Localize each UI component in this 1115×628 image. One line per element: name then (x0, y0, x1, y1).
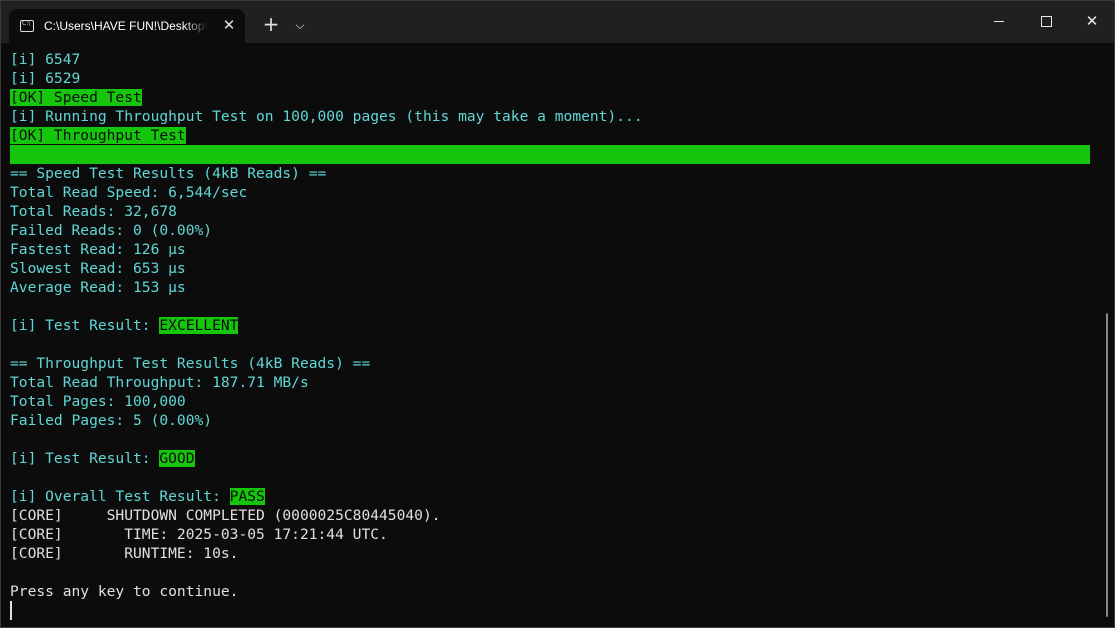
close-button[interactable]: ✕ (1069, 1, 1115, 41)
scrollbar[interactable] (1106, 313, 1108, 617)
minimize-icon (994, 20, 1004, 22)
output-line: [i] Running Throughput Test on 100,000 p… (10, 108, 643, 125)
text-cursor (10, 601, 12, 620)
core-line: [CORE] RUNTIME: 10s. (10, 545, 239, 562)
output-line: Total Pages: 100,000 (10, 393, 186, 410)
progress-bar (10, 145, 1092, 164)
output-line: [OK] Throughput Test (10, 126, 1092, 145)
status-badge: GOOD (159, 450, 195, 467)
output-line: Total Read Speed: 6,544/sec (10, 184, 248, 201)
maximize-button[interactable] (1023, 1, 1069, 41)
chevron-down-icon[interactable]: ⌵ (289, 13, 311, 37)
tab-title: C:\Users\HAVE FUN!\Desktop\ (44, 19, 208, 33)
terminal-window: C:\Users\HAVE FUN!\Desktop\ ✕ + ⌵ ✕ [i] … (0, 0, 1115, 628)
terminal-icon (20, 20, 34, 32)
output-line: Total Read Throughput: 187.71 MB/s (10, 374, 309, 391)
section-header: == Speed Test Results (4kB Reads) == (10, 165, 327, 182)
maximize-icon (1040, 15, 1052, 27)
new-tab-button[interactable]: + (259, 13, 283, 37)
close-icon: ✕ (1085, 12, 1099, 30)
result-label: [i] Overall Test Result: (10, 488, 230, 505)
title-bar: C:\Users\HAVE FUN!\Desktop\ ✕ + ⌵ ✕ (1, 1, 1114, 43)
status-badge: EXCELLENT (159, 317, 239, 334)
prompt-line: Press any key to continue. (10, 583, 239, 600)
output-line: [i] 6547 (10, 51, 81, 68)
result-label: [i] Test Result: (10, 317, 160, 334)
progress-fill (10, 145, 1090, 164)
output-line: [i] Test Result: EXCELLENT (10, 316, 1092, 335)
output-line: Total Reads: 32,678 (10, 203, 177, 220)
ok-badge: [OK] Speed Test (10, 89, 142, 106)
ok-badge: [OK] Throughput Test (10, 127, 186, 144)
core-line: [CORE] SHUTDOWN COMPLETED (0000025C80445… (10, 507, 441, 524)
tab-close-icon[interactable]: ✕ (221, 17, 237, 33)
core-line: [CORE] TIME: 2025-03-05 17:21:44 UTC. (10, 526, 388, 543)
output-line: Average Read: 153 µs (10, 279, 186, 296)
output-line: Fastest Read: 126 µs (10, 241, 186, 258)
minimize-button[interactable] (976, 1, 1022, 41)
output-line: Failed Reads: 0 (0.00%) (10, 222, 213, 239)
result-label: [i] Test Result: (10, 450, 160, 467)
output-line: [i] Overall Test Result: PASS (10, 487, 1092, 506)
section-header: == Throughput Test Results (4kB Reads) =… (10, 355, 371, 372)
input-line[interactable] (10, 601, 1092, 620)
status-badge: PASS (229, 488, 265, 505)
output-line: [OK] Speed Test (10, 88, 1092, 107)
tab-active[interactable]: C:\Users\HAVE FUN!\Desktop\ ✕ (9, 9, 245, 43)
output-line: [i] 6529 (10, 70, 81, 87)
terminal-output[interactable]: [i] 6547 [i] 6529 [OK] Speed Test [i] Ru… (10, 50, 1092, 625)
output-line: [i] Test Result: GOOD (10, 449, 1092, 468)
output-line: Failed Pages: 5 (0.00%) (10, 412, 213, 429)
output-line: Slowest Read: 653 µs (10, 260, 186, 277)
